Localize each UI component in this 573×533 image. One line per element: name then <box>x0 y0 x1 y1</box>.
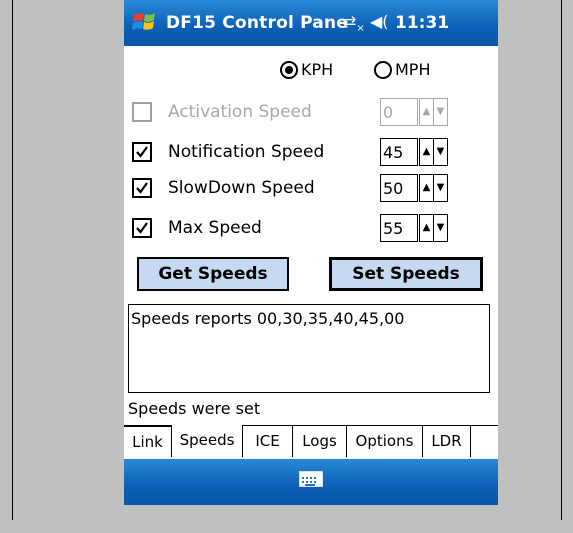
notification-speed-up-arrow-icon[interactable]: ▲ <box>419 138 434 166</box>
set-speeds-button[interactable]: Set Speeds <box>329 257 483 291</box>
notification-speed-spinner: ▲ ▼ <box>419 138 477 166</box>
notification-speed-label: Notification Speed <box>168 142 325 162</box>
keyboard-icon[interactable] <box>299 471 323 487</box>
activation-speed-label: Activation Speed <box>168 102 312 122</box>
notification-speed-down-arrow-icon[interactable]: ▼ <box>433 138 448 166</box>
max-speed-input[interactable]: 55 <box>380 214 418 242</box>
volume-icon[interactable]: ◀︎( <box>370 12 389 31</box>
activation-speed-input[interactable]: 0 <box>380 98 418 126</box>
checkmark-icon <box>136 182 148 194</box>
activation-speed-up-arrow-icon[interactable]: ▲ <box>419 98 434 126</box>
units-radio-group: KPH MPH <box>124 60 498 86</box>
checkmark-icon <box>136 222 148 234</box>
tab-ice[interactable]: ICE <box>243 426 293 457</box>
get-speeds-button[interactable]: Get Speeds <box>137 257 289 291</box>
activation-speed-checkbox[interactable] <box>132 102 152 122</box>
activation-speed-row: Activation Speed 0 ▲ ▼ <box>132 98 484 126</box>
slowdown-speed-down-arrow-icon[interactable]: ▼ <box>433 174 448 202</box>
device-screen: DF15 Control Pane ⇄× ◀︎( 11:31 KPH MPH A… <box>124 0 498 505</box>
window-title: DF15 Control Pane <box>166 13 348 33</box>
slowdown-speed-up-arrow-icon[interactable]: ▲ <box>419 174 434 202</box>
status-text: Speeds were set <box>128 399 261 418</box>
max-speed-spinner: ▲ ▼ <box>419 214 477 242</box>
max-speed-row: Max Speed 55 ▲ ▼ <box>132 214 484 242</box>
max-speed-up-arrow-icon[interactable]: ▲ <box>419 214 434 242</box>
speeds-log-textbox[interactable]: Speeds reports 00,30,35,40,45,00 <box>128 304 490 393</box>
taskbar <box>124 459 498 505</box>
slowdown-speed-row: SlowDown Speed 50 ▲ ▼ <box>132 174 484 202</box>
slowdown-speed-checkbox[interactable] <box>132 178 152 198</box>
windows-start-icon[interactable] <box>132 10 160 34</box>
notification-speed-checkbox[interactable] <box>132 142 152 162</box>
slowdown-speed-input[interactable]: 50 <box>380 174 418 202</box>
clock[interactable]: 11:31 <box>395 13 449 33</box>
mph-label: MPH <box>395 60 431 79</box>
max-speed-checkbox[interactable] <box>132 218 152 238</box>
mph-radio[interactable]: MPH <box>374 60 430 79</box>
radio-selected-indicator <box>280 60 298 79</box>
tab-link[interactable]: Link <box>124 426 172 457</box>
tab-logs[interactable]: Logs <box>293 426 347 457</box>
tab-options[interactable]: Options <box>347 426 423 457</box>
notification-speed-row: Notification Speed 45 ▲ ▼ <box>132 138 484 166</box>
max-speed-down-arrow-icon[interactable]: ▼ <box>433 214 448 242</box>
max-speed-label: Max Speed <box>168 218 262 238</box>
radio-unselected-indicator <box>374 60 392 79</box>
tab-speeds[interactable]: Speeds <box>172 425 243 457</box>
notification-speed-input[interactable]: 45 <box>380 138 418 166</box>
title-bar: DF15 Control Pane ⇄× ◀︎( 11:31 <box>124 0 498 46</box>
activation-speed-down-arrow-icon[interactable]: ▼ <box>433 98 448 126</box>
tab-ldr[interactable]: LDR <box>423 426 471 457</box>
tab-strip: Link Speeds ICE Logs Options LDR <box>124 425 498 458</box>
slowdown-speed-spinner: ▲ ▼ <box>419 174 477 202</box>
activation-speed-spinner: ▲ ▼ <box>419 98 477 126</box>
connectivity-icon[interactable]: ⇄× <box>343 12 365 34</box>
checkmark-icon <box>136 146 148 158</box>
emulator-frame: DF15 Control Pane ⇄× ◀︎( 11:31 KPH MPH A… <box>12 0 562 520</box>
kph-label: KPH <box>301 60 334 79</box>
kph-radio[interactable]: KPH <box>280 60 333 79</box>
slowdown-speed-label: SlowDown Speed <box>168 178 315 198</box>
